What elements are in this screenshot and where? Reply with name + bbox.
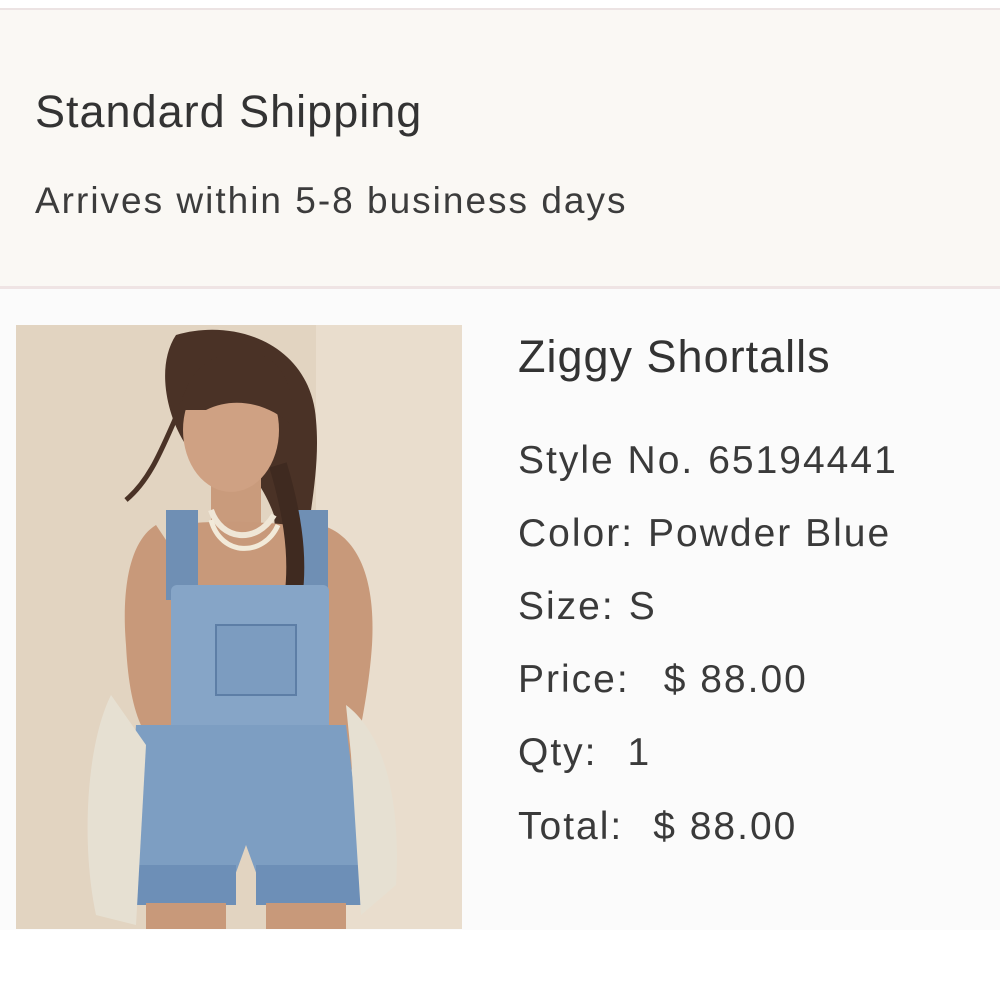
price-row: Price: $ 88.00 xyxy=(518,658,808,702)
bottom-whitespace xyxy=(0,930,1000,1000)
size-row: Size: S xyxy=(518,585,657,629)
shipping-method-panel: Standard Shipping Arrives within 5-8 bus… xyxy=(0,10,1000,286)
total-label: Total: xyxy=(518,805,624,848)
style-number-row: Style No. 65194441 xyxy=(518,439,898,483)
total-row: Total: $ 88.00 xyxy=(518,805,797,849)
style-number-value: 65194441 xyxy=(708,439,898,482)
product-name[interactable]: Ziggy Shortalls xyxy=(518,331,831,383)
order-item: Ziggy Shortalls Style No. 65194441 Color:… xyxy=(0,289,1000,930)
shipping-eta: Arrives within 5-8 business days xyxy=(35,180,628,221)
quantity-value: 1 xyxy=(627,731,652,774)
shipping-method-title: Standard Shipping xyxy=(35,86,423,137)
total-value: $ 88.00 xyxy=(653,805,798,848)
quantity-label: Qty: xyxy=(518,731,598,774)
product-image[interactable] xyxy=(16,325,462,929)
color-value: Powder Blue xyxy=(648,512,892,555)
size-value: S xyxy=(628,585,657,628)
style-number-label: Style No. xyxy=(518,439,695,482)
color-row: Color: Powder Blue xyxy=(518,512,891,556)
price-label: Price: xyxy=(518,658,630,701)
price-value: $ 88.00 xyxy=(663,658,808,701)
size-label: Size: xyxy=(518,585,615,628)
quantity-row: Qty: 1 xyxy=(518,731,651,775)
color-label: Color: xyxy=(518,512,635,555)
